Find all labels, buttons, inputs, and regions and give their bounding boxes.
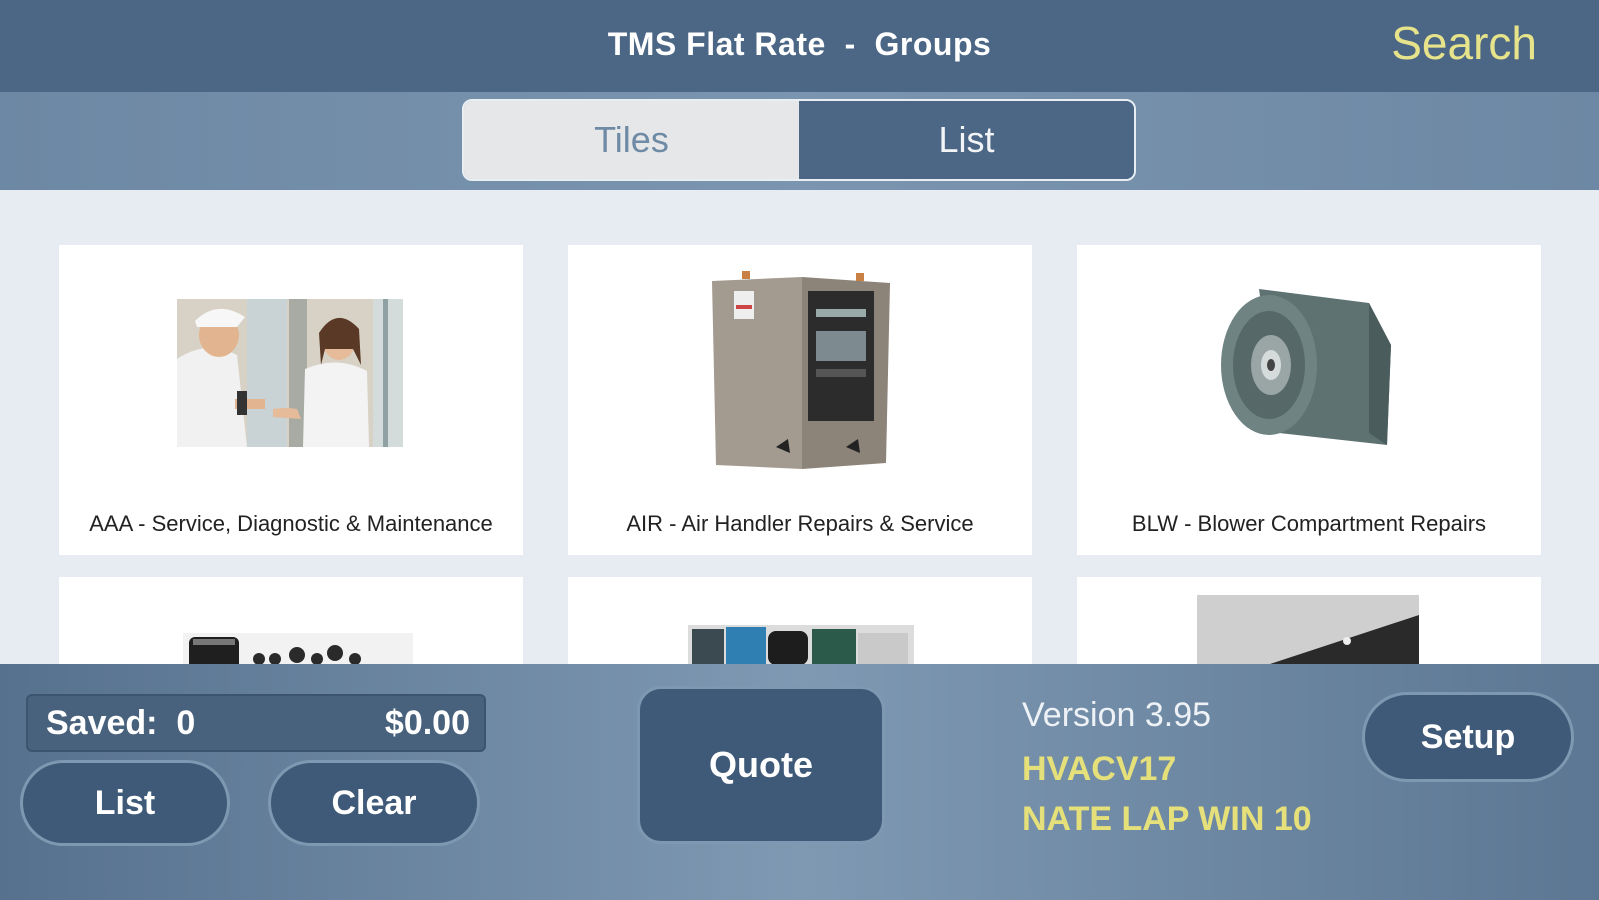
version-label: Version 3.95 [1022, 696, 1212, 734]
device-name: NATE LAP WIN 10 [1022, 800, 1312, 838]
coil-panel-image [1197, 595, 1419, 664]
search-button[interactable]: Search [1391, 16, 1537, 70]
nav-bar: TMS Flat Rate - Groups Search [0, 0, 1599, 92]
setup-button[interactable]: Setup [1362, 692, 1574, 782]
saved-count: Saved: 0 [46, 704, 196, 742]
saved-amount: $0.00 [384, 704, 470, 742]
group-tile-aaa[interactable]: AAA - Service, Diagnostic & Maintenance [59, 245, 523, 555]
bottom-toolbar: Saved: 0 $0.00 List Clear Quote Version … [0, 664, 1599, 900]
group-tile[interactable] [59, 577, 523, 664]
list-button[interactable]: List [20, 760, 230, 846]
group-tile[interactable] [568, 577, 1032, 664]
group-grid: AAA - Service, Diagnostic & Maintenance … [0, 190, 1599, 664]
page-title: TMS Flat Rate - Groups [607, 26, 992, 62]
compressors-image [688, 625, 914, 664]
group-tile-air[interactable]: AIR - Air Handler Repairs & Service [568, 245, 1032, 555]
list-tab[interactable]: List [799, 101, 1134, 179]
group-tile[interactable] [1077, 577, 1541, 664]
technician-greeting-customer-image [177, 299, 403, 447]
view-toggle: Tiles List [462, 99, 1136, 181]
saved-summary: Saved: 0 $0.00 [26, 694, 486, 752]
tiles-tab[interactable]: Tiles [464, 101, 799, 179]
quote-button[interactable]: Quote [637, 686, 885, 844]
group-tile-label: AAA - Service, Diagnostic & Maintenance [89, 511, 493, 536]
database-code: HVACV17 [1022, 750, 1177, 788]
capacitors-image [183, 633, 413, 664]
group-tile-label: AIR - Air Handler Repairs & Service [626, 511, 974, 536]
clear-button[interactable]: Clear [268, 760, 480, 846]
group-tile-label: BLW - Blower Compartment Repairs [1131, 511, 1487, 536]
air-handler-unit-image [712, 271, 890, 469]
blower-motor-image [1221, 289, 1391, 445]
group-tile-blw[interactable]: BLW - Blower Compartment Repairs [1077, 245, 1541, 555]
view-toggle-bar: Tiles List [0, 92, 1599, 190]
